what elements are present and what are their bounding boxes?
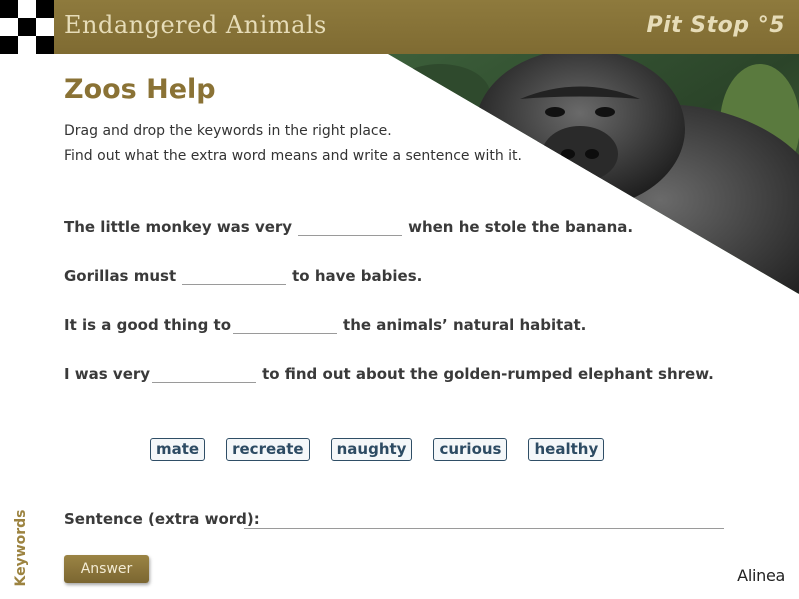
keyword-healthy[interactable]: healthy	[528, 438, 605, 461]
keyword-naughty[interactable]: naughty	[330, 438, 413, 461]
sentence-2: Gorillas must to have babies.	[64, 266, 422, 285]
alinea-logo: Alinea	[737, 566, 785, 585]
instruction-line-2: Find out what the extra word means and w…	[64, 148, 522, 164]
answer-button[interactable]: Answer	[64, 555, 149, 583]
keywords-side-tab[interactable]: Keywords	[0, 509, 36, 587]
sentence-2-before: Gorillas must	[64, 267, 177, 285]
sentence-1-before: The little monkey was very	[64, 218, 293, 236]
header-bar: Endangered Animals Pit Stop °5	[0, 0, 799, 54]
app-title: Endangered Animals	[64, 11, 327, 39]
extra-word-label: Sentence (extra word):	[64, 510, 260, 528]
keyword-recreate[interactable]: recreate	[226, 438, 310, 461]
pit-stop-badge: Pit Stop °5	[646, 13, 785, 38]
sentence-3: It is a good thing to the animals’ natur…	[64, 315, 586, 334]
sentence-4: I was very to find out about the golden-…	[64, 364, 714, 383]
drop-blank-4[interactable]	[152, 364, 257, 383]
sentence-2-after: to have babies.	[292, 267, 423, 285]
keyword-bank: mate recreate naughty curious healthy	[150, 438, 625, 461]
keyword-curious[interactable]: curious	[433, 438, 508, 461]
drop-blank-1[interactable]	[298, 217, 403, 236]
keywords-side-tab-label: Keywords	[13, 509, 29, 587]
sentence-4-after: to find out about the golden-rumped elep…	[262, 365, 714, 383]
instruction-line-1: Drag and drop the keywords in the right …	[64, 123, 392, 139]
sentence-3-before: It is a good thing to	[64, 316, 232, 334]
extra-word-sentence-input[interactable]	[244, 508, 724, 529]
keyword-mate[interactable]: mate	[150, 438, 206, 461]
checkered-flag-icon	[0, 0, 54, 54]
sentence-4-before: I was very	[64, 365, 151, 383]
drop-blank-2[interactable]	[182, 266, 287, 285]
page-title: Zoos Help	[64, 74, 216, 105]
sentence-1: The little monkey was very when he stole…	[64, 217, 633, 236]
sentence-1-after: when he stole the banana.	[408, 218, 634, 236]
drop-blank-3[interactable]	[233, 315, 338, 334]
sentence-3-after: the animals’ natural habitat.	[343, 316, 587, 334]
